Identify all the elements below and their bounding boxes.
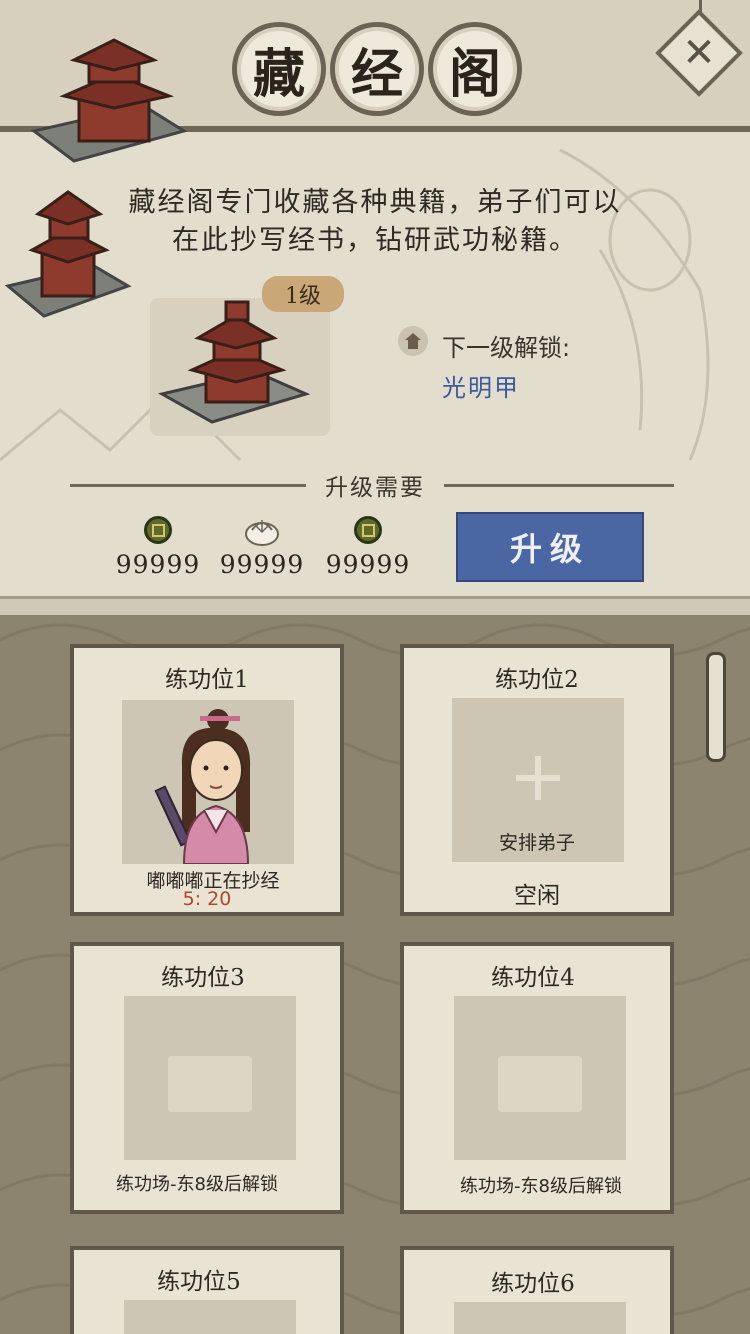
slot-title-2: 练功位2 xyxy=(495,667,579,693)
slot-title-1: 练功位1 xyxy=(165,667,249,693)
title-char-1: 藏 xyxy=(232,22,326,116)
divider-right xyxy=(444,484,674,487)
slot-title-5: 练功位5 xyxy=(157,1269,241,1295)
scrollbar[interactable] xyxy=(706,652,726,762)
slot-timer-1: 5: 20 xyxy=(182,888,232,910)
bun-icon xyxy=(245,520,279,546)
slot-title-3: 练功位3 xyxy=(161,965,245,991)
house-icon xyxy=(398,326,428,356)
next-level-unlock-label: 下一级解锁: xyxy=(442,334,571,362)
close-icon[interactable]: ✕ xyxy=(668,22,730,84)
slot-frame-5 xyxy=(124,1300,296,1334)
requirement-amount-3: 99999 xyxy=(325,550,411,579)
copper-coin-icon xyxy=(144,516,172,544)
assign-disciple-button[interactable]: 安排弟子 xyxy=(400,828,674,855)
disciple-avatar[interactable] xyxy=(150,706,270,864)
upgrade-button[interactable]: 升级 xyxy=(456,512,644,582)
description-line-1: 藏经阁专门收藏各种典籍，弟子们可以 xyxy=(128,187,622,218)
lock-icon xyxy=(168,1056,252,1112)
pagoda-decoration-icon xyxy=(30,38,188,163)
slot-title-6: 练功位6 xyxy=(491,1271,575,1297)
building-level-badge: 1级 xyxy=(262,276,344,312)
plus-icon-vertical[interactable] xyxy=(535,756,541,800)
slot-status-3: 练功场-东8级后解锁 xyxy=(116,1174,278,1195)
slot-status-2: 空闲 xyxy=(514,883,560,909)
lock-icon xyxy=(498,1056,582,1112)
requirement-amount-1: 99999 xyxy=(115,550,201,579)
slot-title-4: 练功位4 xyxy=(491,965,575,991)
scripture-pavilion-icon xyxy=(157,300,311,424)
panel-bottom-edge xyxy=(0,596,750,615)
title-char-2: 经 xyxy=(330,22,424,116)
copper-coin-icon xyxy=(354,516,382,544)
slot-frame-6 xyxy=(454,1302,626,1334)
slot-status-4: 练功场-东8级后解锁 xyxy=(460,1176,622,1197)
divider-left xyxy=(70,484,306,487)
unlock-item-link[interactable]: 光明甲 xyxy=(442,368,520,403)
requirements-title: 升级需要 xyxy=(325,475,425,501)
description-line-2: 在此抄写经书，钻研武功秘籍。 xyxy=(172,225,578,256)
title-char-3: 阁 xyxy=(428,22,522,116)
requirement-amount-2: 99999 xyxy=(219,550,305,579)
